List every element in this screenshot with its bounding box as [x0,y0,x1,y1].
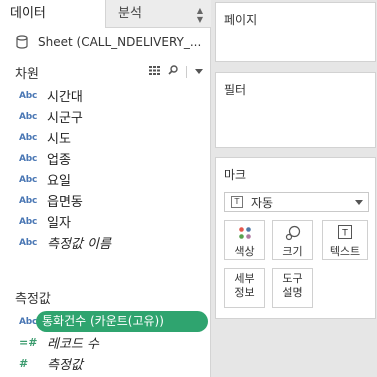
measure-field[interactable]: # 측정값 [0,353,211,374]
color-button[interactable]: 색상 [224,220,265,260]
detail-button[interactable]: 세부 정보 [224,268,265,308]
pane-tabs: 데이터 분석 ▲ ▼ [0,0,211,28]
data-pane: 데이터 분석 ▲ ▼ Sheet (CALL_NDELIVERY_... 차원 A… [0,0,211,377]
string-type-icon: Abc [19,132,38,143]
marks-card: 마크 T 자동 색상 크기 T 텍스트 세부 정보 도구 설명 [215,157,376,319]
mark-type-value: 자동 [251,195,274,210]
dimension-field[interactable]: Abc 요일 [0,169,211,190]
pages-title: 페이지 [224,13,258,27]
detail-label: 세부 정보 [234,272,255,299]
field-label: 업종 [47,153,71,168]
menu-caret-icon[interactable] [195,66,203,77]
filters-title: 필터 [224,83,247,97]
measures-title: 측정값 [15,291,51,307]
dimensions-header: 차원 [0,61,211,83]
dimension-field[interactable]: Abc 시간대 [0,85,211,106]
mark-type-dropdown[interactable]: T 자동 [224,192,369,212]
dimension-field[interactable]: Abc 시군구 [0,106,211,127]
dimension-field[interactable]: Abc 읍면동 [0,190,211,211]
field-label: 시간대 [47,90,83,105]
view-grid-icon[interactable] [149,65,160,78]
string-type-icon: Abc [19,174,38,185]
number-type-icon: # [19,357,29,370]
field-label: 일자 [47,216,71,231]
string-type-icon: Abc [19,111,38,122]
text-button[interactable]: T 텍스트 [322,220,368,260]
filters-card[interactable]: 필터 [215,72,376,148]
color-palette-icon [225,225,264,245]
string-type-icon: Abc [19,216,38,227]
dimension-field[interactable]: Abc 업종 [0,148,211,169]
string-type-icon: Abc [19,153,38,164]
number-type-icon: =# [19,336,38,349]
data-source-label: Sheet (CALL_NDELIVERY_... [38,35,202,49]
dropdown-caret-icon [355,200,363,205]
search-icon[interactable] [168,65,178,78]
data-source[interactable]: Sheet (CALL_NDELIVERY_... [16,32,201,52]
field-label: 레코드 수 [47,337,99,352]
field-label: 측정값 [47,358,83,373]
field-label: 시군구 [47,111,83,126]
dimension-field[interactable]: Abc 시도 [0,127,211,148]
tooltip-button[interactable]: 도구 설명 [272,268,313,308]
size-button[interactable]: 크기 [272,220,313,260]
size-icon [273,225,312,245]
pages-card[interactable]: 페이지 [215,2,376,62]
dimensions-tools [149,65,203,78]
tab-data[interactable]: 데이터 [0,0,105,28]
toolbar-divider [186,65,187,78]
tab-analytics-label: 분석 [118,6,142,21]
marks-title: 마크 [224,168,247,182]
field-label: 요일 [47,174,71,189]
dimension-field[interactable]: Abc 측정값 이름 [0,232,211,253]
text-label: 텍스트 [329,245,361,258]
measures-header: 측정값 [0,286,211,308]
color-label: 색상 [234,245,255,258]
dimension-field[interactable]: Abc 일자 [0,211,211,232]
svg-text:T: T [341,229,348,239]
shelves-pane: 페이지 필터 마크 T 자동 색상 크기 T 텍스트 세부 정보 도구 설명 [211,0,377,377]
size-label: 크기 [282,245,303,258]
field-label: 측정값 이름 [47,237,111,252]
string-type-icon: Abc [19,90,38,101]
measure-field[interactable]: =# 레코드 수 [0,332,211,353]
field-label: 시도 [47,132,71,147]
dimensions-title: 차원 [15,66,39,82]
database-icon [16,35,28,49]
text-mark-icon: T [231,196,243,208]
string-type-icon: Abc [19,195,38,206]
tooltip-label: 도구 설명 [282,272,303,299]
measure-pill-call-count[interactable]: 통화건수 (카운트(고유)) [36,311,208,332]
field-label: 읍면동 [47,195,83,210]
string-type-icon: Abc [19,237,38,248]
text-icon: T [323,225,367,245]
tab-analytics[interactable]: 분석 ▲ ▼ [105,0,211,28]
collapse-arrows-icon[interactable]: ▲ ▼ [197,0,203,24]
